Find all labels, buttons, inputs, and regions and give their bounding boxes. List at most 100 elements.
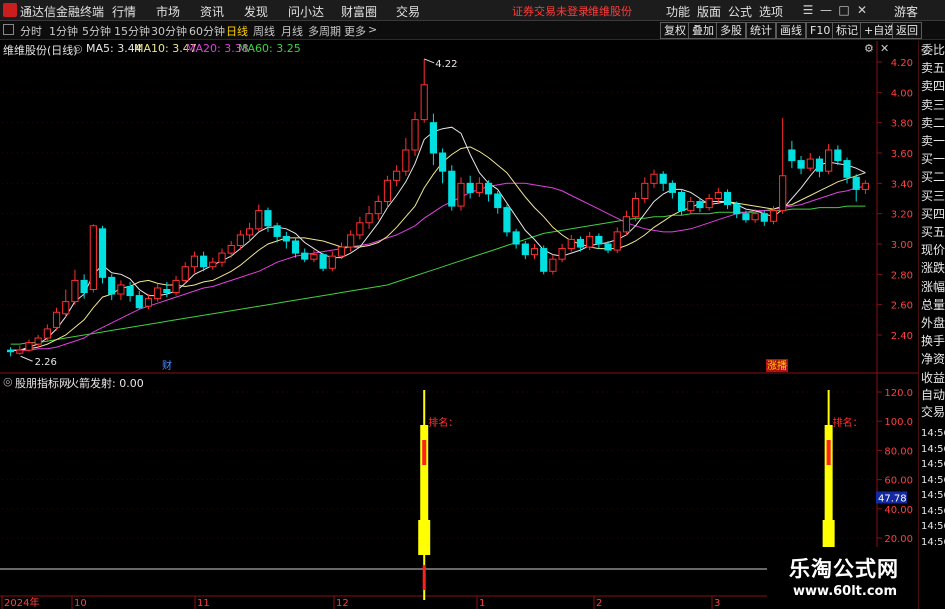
candle-body [439,152,447,172]
side-panel-item: 14:56 [921,474,945,486]
candle-body [484,182,493,195]
side-panel-item: 买二 [921,170,945,185]
low-pointer [20,355,33,362]
price-tick-label: 2.40 [891,331,913,342]
candle-body [677,191,686,212]
candle-body [43,328,51,339]
candle-body [291,240,300,254]
candle-body [760,213,768,222]
candle-body [604,243,612,251]
sub-chart-indicator: 火箭发射: 0.00 [68,377,144,390]
side-panel-item: 交易 [921,405,945,419]
candle-body [797,160,805,169]
candle-body [393,170,401,181]
candle-body [190,255,199,268]
candle-body [466,182,474,193]
labels-layer: 4.20 4.00 3.80 3.60 3.40 3.20 3.00 2.80 2.60 2.40… [4,58,913,609]
candle-body [25,342,33,351]
rocket-core [422,440,427,465]
candle-body [236,234,244,247]
current-value-tag: 47.78 [878,493,907,504]
low-label: 2.26 [35,357,57,368]
candle-body [411,119,419,151]
price-tick-label: 2.80 [891,270,913,281]
time-label: 10 [74,598,87,609]
candle-body [494,193,502,209]
candle-body [301,252,309,260]
side-panel-item: 卖二 [921,115,945,130]
candle-body [319,254,327,269]
time-label: 12 [336,598,349,609]
side-panel-item: 买三 [921,188,945,203]
side-panel-item: 14:56 [921,459,945,470]
candle-body [16,349,24,354]
candle-body [135,295,143,309]
side-panel-item: 卖三 [921,97,945,112]
watermark-title: 乐淘公式网 [789,557,899,581]
rank-label: 排名： [833,416,863,429]
candle-body [521,243,529,256]
price-tick-label: 3.00 [891,240,913,251]
candle-body [788,149,796,162]
candle-body [337,246,346,257]
candle-body [310,254,318,260]
candle-body [89,225,97,291]
candle-body [98,228,107,278]
candle-body [7,349,15,353]
grid-layer [0,41,918,609]
candle-body [172,279,180,294]
candle-body [255,210,263,230]
sub-settings-icon[interactable]: ◎ [3,375,13,388]
candle-body [705,198,713,209]
candle-body [163,289,171,294]
sub-tick-label: 100.0 [884,417,913,428]
candle-body [80,279,88,294]
time-label: 11 [197,598,210,609]
candle-body [613,231,621,251]
candle-body [356,222,364,236]
quote-side-panel: 委比 卖五 卖四 卖三 卖二 卖一 买一 买二 买三 买四 买五 现价 涨跌 涨幅 总量 外盘 换手 净资 收益 自动… [918,41,945,609]
candle-body [512,231,520,245]
candle-body [245,228,254,236]
candle-body [834,149,842,162]
candle-body [34,337,42,345]
candle-body [595,235,603,245]
time-label: 1 [479,598,485,609]
marker-zhangbo: 涨播 [767,359,787,372]
side-panel-item: 收益 [921,370,945,385]
candle-body [769,210,778,222]
side-panel-item: 换手 [921,334,945,349]
candle-body [475,182,483,193]
side-panel-item: 总量 [921,297,945,312]
watermark-url: www.60lt.com [793,584,898,599]
price-tick-label: 3.40 [891,179,913,190]
candle-body [815,158,824,172]
side-panel-item: 卖四 [921,79,945,94]
sub-tick-label: 60.00 [884,476,913,487]
candle-body [632,198,640,218]
rank-label: 排名： [428,416,458,429]
side-panel-item: 自动 [921,388,945,402]
side-panel-item: 卖五 [921,61,945,76]
side-panel-item: 现价 [921,243,945,258]
price-tick-label: 3.20 [891,210,913,221]
candle-body [181,266,189,281]
candle-body [209,261,217,268]
candle-body [264,210,272,227]
price-tick-label: 3.80 [891,119,913,130]
sub-chart-title: 股朋指标网 [15,377,70,390]
candle-body [779,175,787,212]
price-tick-label: 4.00 [891,88,913,99]
candle-body [108,276,116,295]
side-panel-item: 14:56 [921,490,945,501]
candle-body [200,255,208,268]
candle-body [383,179,392,203]
chart-area[interactable]: 4.20 4.00 3.80 3.60 3.40 3.20 3.00 2.80 2.60 2.40… [0,0,918,609]
rocket-base [418,520,431,555]
candle-body [650,173,658,184]
candle-body [659,173,667,184]
candle-body [687,201,695,212]
price-tick-label: 2.60 [891,301,913,312]
side-panel-item: 买一 [921,152,945,167]
candle-body [62,301,70,315]
